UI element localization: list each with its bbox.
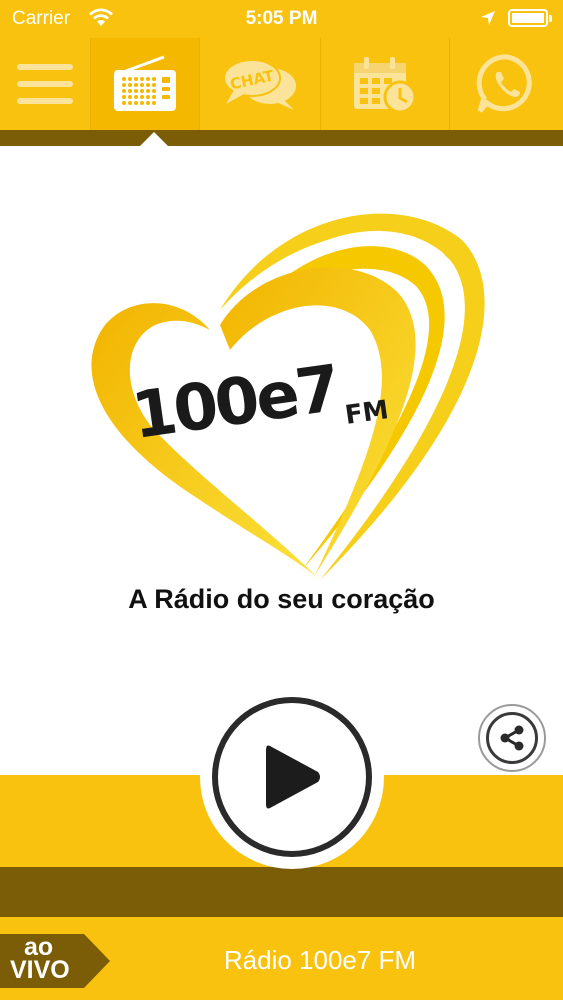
status-bar: Carrier 5:05 PM bbox=[0, 0, 563, 38]
battery-icon bbox=[508, 9, 552, 27]
share-button[interactable] bbox=[478, 704, 546, 772]
live-label-bottom: VIVO bbox=[10, 956, 70, 984]
location-arrow-icon bbox=[481, 11, 495, 25]
chat-icon: CHAT bbox=[223, 59, 296, 110]
tab-menu[interactable] bbox=[0, 38, 90, 130]
hamburger-menu-icon bbox=[17, 64, 73, 104]
station-name: Rádio 100e7 FM bbox=[223, 945, 417, 975]
tab-radio[interactable] bbox=[91, 38, 199, 130]
tab-chat[interactable]: CHAT bbox=[200, 38, 320, 130]
play-button[interactable] bbox=[212, 697, 372, 857]
player-dark-band bbox=[0, 867, 563, 917]
whatsapp-icon bbox=[476, 54, 532, 113]
brand-suffix: FM bbox=[343, 395, 391, 431]
tab-bar-divider bbox=[0, 130, 563, 146]
calendar-clock-icon bbox=[354, 57, 417, 113]
play-icon bbox=[266, 745, 320, 809]
active-tab-pointer bbox=[140, 132, 168, 146]
tab-bar: CHAT bbox=[0, 38, 563, 130]
tab-whatsapp[interactable] bbox=[450, 38, 563, 130]
clock: 5:05 PM bbox=[245, 8, 318, 29]
radio-icon bbox=[114, 55, 176, 111]
share-icon bbox=[500, 725, 524, 751]
tagline: A Rádio do seu coração bbox=[128, 584, 435, 614]
tab-schedule[interactable] bbox=[321, 38, 449, 130]
